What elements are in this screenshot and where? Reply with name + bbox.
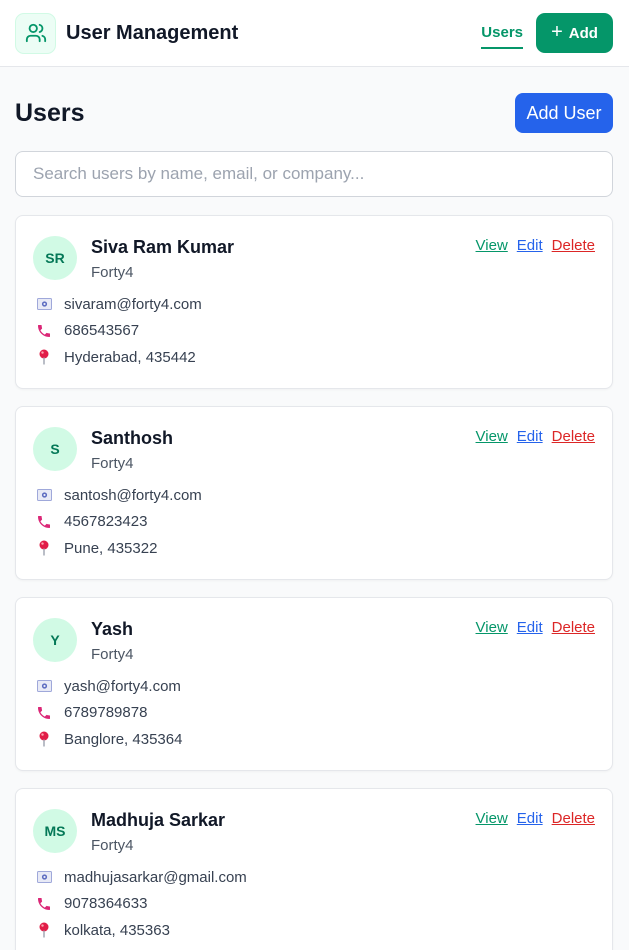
location-row: kolkata, 435363 (33, 917, 595, 944)
user-company: Forty4 (91, 264, 134, 281)
email-row: sivaram@forty4.com (33, 291, 595, 318)
email-icon (36, 678, 52, 694)
view-link[interactable]: View (476, 237, 508, 254)
header-add-label: Add (568, 24, 598, 42)
phone-icon (36, 896, 52, 912)
email-row: santosh@forty4.com (33, 482, 595, 509)
user-phone: 686543567 (64, 322, 140, 340)
avatar: S (33, 427, 77, 471)
card-actions: View Edit Delete (476, 428, 595, 445)
card-actions: View Edit Delete (476, 237, 595, 254)
user-email: sivaram@forty4.com (64, 295, 202, 313)
email-icon (36, 487, 52, 503)
edit-link[interactable]: Edit (517, 810, 543, 827)
user-card: SR Siva Ram Kumar Forty4 View Edit Delet… (15, 215, 613, 389)
nav-users-link[interactable]: Users (481, 24, 523, 49)
phone-row: 686543567 (33, 318, 595, 345)
edit-link[interactable]: Edit (517, 237, 543, 254)
user-card: S Santhosh Forty4 View Edit Delete santo… (15, 406, 613, 580)
user-name: Madhuja Sarkar (91, 810, 226, 830)
user-company: Forty4 (91, 837, 134, 854)
user-list: SR Siva Ram Kumar Forty4 View Edit Delet… (15, 215, 613, 950)
phone-row: 4567823423 (33, 509, 595, 536)
app-header: User Management Users + Add (0, 0, 629, 67)
phone-row: 6789789878 (33, 700, 595, 727)
phone-icon (36, 514, 52, 530)
page-title: Users (15, 98, 85, 127)
user-name: Siva Ram Kumar (91, 237, 235, 257)
user-phone: 9078364633 (64, 895, 148, 913)
avatar: MS (33, 809, 77, 853)
location-pin-icon (36, 731, 52, 747)
user-email: yash@forty4.com (64, 677, 181, 695)
avatar: Y (33, 618, 77, 662)
location-pin-icon (36, 922, 52, 938)
user-location: Pune, 435322 (64, 539, 158, 557)
phone-icon (36, 323, 52, 339)
delete-link[interactable]: Delete (552, 237, 595, 254)
header-add-button[interactable]: + Add (536, 13, 613, 53)
search-input[interactable] (15, 151, 613, 197)
email-icon (36, 296, 52, 312)
delete-link[interactable]: Delete (552, 810, 595, 827)
page-header: Users Add User (15, 93, 613, 133)
location-row: Banglore, 435364 (33, 726, 595, 753)
user-email: madhujasarkar@gmail.com (64, 868, 247, 886)
view-link[interactable]: View (476, 810, 508, 827)
email-icon (36, 869, 52, 885)
delete-link[interactable]: Delete (552, 428, 595, 445)
email-row: madhujasarkar@gmail.com (33, 864, 595, 891)
edit-link[interactable]: Edit (517, 619, 543, 636)
add-user-button[interactable]: Add User (515, 93, 613, 133)
user-phone: 6789789878 (64, 704, 148, 722)
user-phone: 4567823423 (64, 513, 148, 531)
delete-link[interactable]: Delete (552, 619, 595, 636)
location-pin-icon (36, 349, 52, 365)
view-link[interactable]: View (476, 428, 508, 445)
user-card: Y Yash Forty4 View Edit Delete yash@fort… (15, 597, 613, 771)
avatar: SR (33, 236, 77, 280)
user-company: Forty4 (91, 646, 134, 663)
user-location: Hyderabad, 435442 (64, 348, 196, 366)
email-row: yash@forty4.com (33, 673, 595, 700)
user-company: Forty4 (91, 455, 134, 472)
view-link[interactable]: View (476, 619, 508, 636)
user-location: kolkata, 435363 (64, 921, 170, 939)
location-row: Hyderabad, 435442 (33, 344, 595, 371)
location-pin-icon (36, 540, 52, 556)
main-content: Users Add User SR Siva Ram Kumar Forty4 … (0, 93, 629, 950)
user-location: Banglore, 435364 (64, 730, 183, 748)
phone-row: 9078364633 (33, 891, 595, 918)
users-icon (15, 12, 56, 54)
user-card: MS Madhuja Sarkar Forty4 View Edit Delet… (15, 788, 613, 950)
card-actions: View Edit Delete (476, 619, 595, 636)
card-actions: View Edit Delete (476, 810, 595, 827)
plus-icon: + (551, 21, 563, 43)
user-email: santosh@forty4.com (64, 486, 202, 504)
location-row: Pune, 435322 (33, 535, 595, 562)
app-title: User Management (66, 21, 239, 44)
edit-link[interactable]: Edit (517, 428, 543, 445)
phone-icon (36, 705, 52, 721)
user-name: Yash (91, 619, 134, 639)
user-name: Santhosh (91, 428, 174, 448)
